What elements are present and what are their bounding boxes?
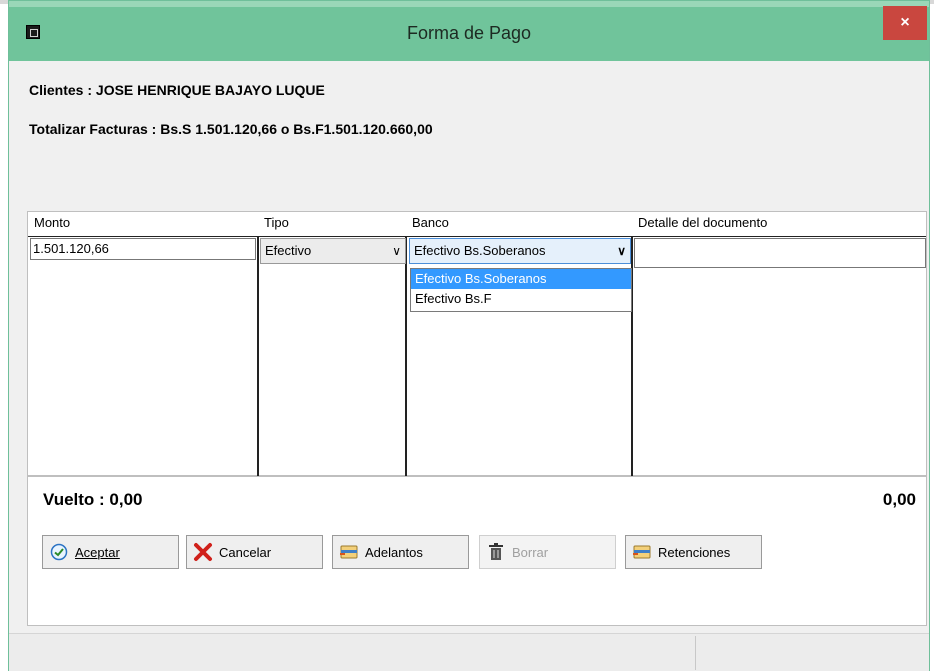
- tipo-select[interactable]: Efectivo ∨: [260, 238, 406, 264]
- adelantos-button[interactable]: Adelantos: [332, 535, 469, 569]
- title-bar[interactable]: Forma de Pago ×: [9, 1, 929, 61]
- banco-select-value: Efectivo Bs.Soberanos: [414, 243, 546, 258]
- cancelar-button[interactable]: Cancelar: [186, 535, 323, 569]
- column-header-detalle: Detalle del documento: [632, 212, 926, 234]
- tipo-select-value: Efectivo: [265, 243, 312, 258]
- column-divider: [257, 237, 259, 477]
- summary-panel: Vuelto : 0,00 0,00 Aceptar Cancelar Adel…: [27, 476, 927, 626]
- column-header-tipo: Tipo: [258, 212, 406, 234]
- column-header-monto: Monto: [28, 212, 258, 234]
- card-arrow-icon: [339, 542, 359, 562]
- trash-icon: [486, 542, 506, 562]
- status-bar: [9, 633, 929, 671]
- retenciones-label: Retenciones: [658, 544, 731, 560]
- adelantos-label: Adelantos: [365, 544, 423, 560]
- totalizar-label: Totalizar Facturas : Bs.S 1.501.120,66 o…: [29, 121, 433, 137]
- window-title: Forma de Pago: [406, 23, 532, 43]
- aceptar-button[interactable]: Aceptar: [42, 535, 179, 569]
- column-divider: [405, 237, 407, 477]
- monto-input[interactable]: 1.501.120,66: [30, 238, 256, 260]
- borrar-label: Borrar: [512, 544, 549, 560]
- banco-option-bsf[interactable]: Efectivo Bs.F: [411, 289, 631, 309]
- retenciones-button[interactable]: Retenciones: [625, 535, 762, 569]
- detalle-input[interactable]: [634, 238, 926, 268]
- card-arrow-icon: [632, 542, 652, 562]
- close-button[interactable]: ×: [883, 6, 927, 40]
- header-divider: [28, 236, 926, 237]
- borrar-button[interactable]: Borrar: [479, 535, 616, 569]
- vuelto-label: Vuelto : 0,00: [43, 490, 143, 509]
- cancelar-label: Cancelar: [219, 544, 272, 560]
- aceptar-label: Aceptar: [75, 544, 120, 560]
- banco-dropdown-list: Efectivo Bs.Soberanos Efectivo Bs.F: [410, 268, 632, 312]
- chevron-down-icon[interactable]: ∨: [617, 239, 626, 263]
- x-icon: [193, 542, 213, 562]
- chevron-down-icon[interactable]: ∨: [392, 239, 401, 263]
- banco-select[interactable]: Efectivo Bs.Soberanos ∨: [409, 238, 631, 264]
- column-header-banco: Banco: [406, 212, 632, 234]
- payment-dialog: Forma de Pago × Clientes : JOSE HENRIQUE…: [8, 0, 930, 671]
- vuelto-value: 0,00: [882, 490, 916, 509]
- clientes-label: Clientes : JOSE HENRIQUE BAJAYO LUQUE: [29, 82, 325, 98]
- title-bar-highlight: [9, 1, 929, 7]
- payment-grid: Monto Tipo Banco Detalle del documento 1…: [27, 211, 927, 477]
- check-circle-icon: [49, 542, 69, 562]
- status-divider: [695, 636, 696, 670]
- banco-option-soberanos[interactable]: Efectivo Bs.Soberanos: [411, 269, 631, 289]
